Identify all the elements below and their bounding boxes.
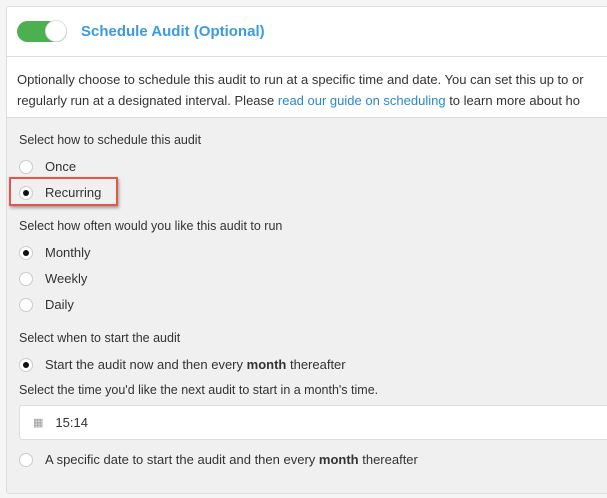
radio-once[interactable]: Once	[19, 159, 76, 174]
time-label: Select the time you'd like the next audi…	[19, 383, 379, 397]
frequency-label: Select how often would you like this aud…	[19, 219, 283, 233]
radio-start-now[interactable]: Start the audit now and then every month…	[19, 357, 346, 372]
radio-specific-date[interactable]: A specific date to start the audit and t…	[19, 452, 418, 467]
radio-circle	[19, 159, 33, 174]
description-rest: to learn more about ho	[445, 93, 580, 108]
radio-daily[interactable]: Daily	[19, 297, 74, 312]
description-line2: regularly run at a designated interval. …	[17, 93, 278, 108]
radio-label: Once	[45, 159, 77, 174]
schedule-type-label: Select how to schedule this audit	[19, 133, 202, 147]
radio-label: Monthly	[45, 245, 91, 260]
schedule-toggle[interactable]	[17, 20, 67, 42]
radio-circle	[19, 271, 33, 286]
time-input[interactable]: ▦ 15:14	[19, 405, 607, 440]
start-label: Select when to start the audit	[19, 331, 181, 345]
description: Optionally choose to schedule this audit…	[7, 57, 607, 118]
radio-circle-selected	[19, 245, 33, 260]
radio-circle	[19, 297, 33, 312]
toggle-knob	[45, 20, 67, 42]
calendar-icon: ▦	[33, 417, 44, 429]
schedule-audit-card: Schedule Audit (Optional) Optionally cho…	[6, 6, 607, 494]
highlight-box	[9, 177, 118, 206]
radio-circle	[19, 452, 33, 467]
radio-label: A specific date to start the audit and t…	[45, 452, 418, 467]
radio-label: Weekly	[45, 271, 88, 286]
radio-weekly[interactable]: Weekly	[19, 271, 87, 286]
radio-circle-selected	[19, 357, 33, 372]
card-header: Schedule Audit (Optional)	[7, 7, 607, 57]
time-value: 15:14	[55, 415, 88, 430]
radio-monthly[interactable]: Monthly	[19, 245, 91, 260]
section-title: Schedule Audit (Optional)	[81, 23, 265, 40]
scheduling-guide-link[interactable]: read our guide on scheduling	[278, 93, 446, 108]
radio-label: Daily	[45, 297, 74, 312]
description-line1: Optionally choose to schedule this audit…	[17, 72, 584, 87]
radio-label: Start the audit now and then every month…	[45, 357, 346, 372]
